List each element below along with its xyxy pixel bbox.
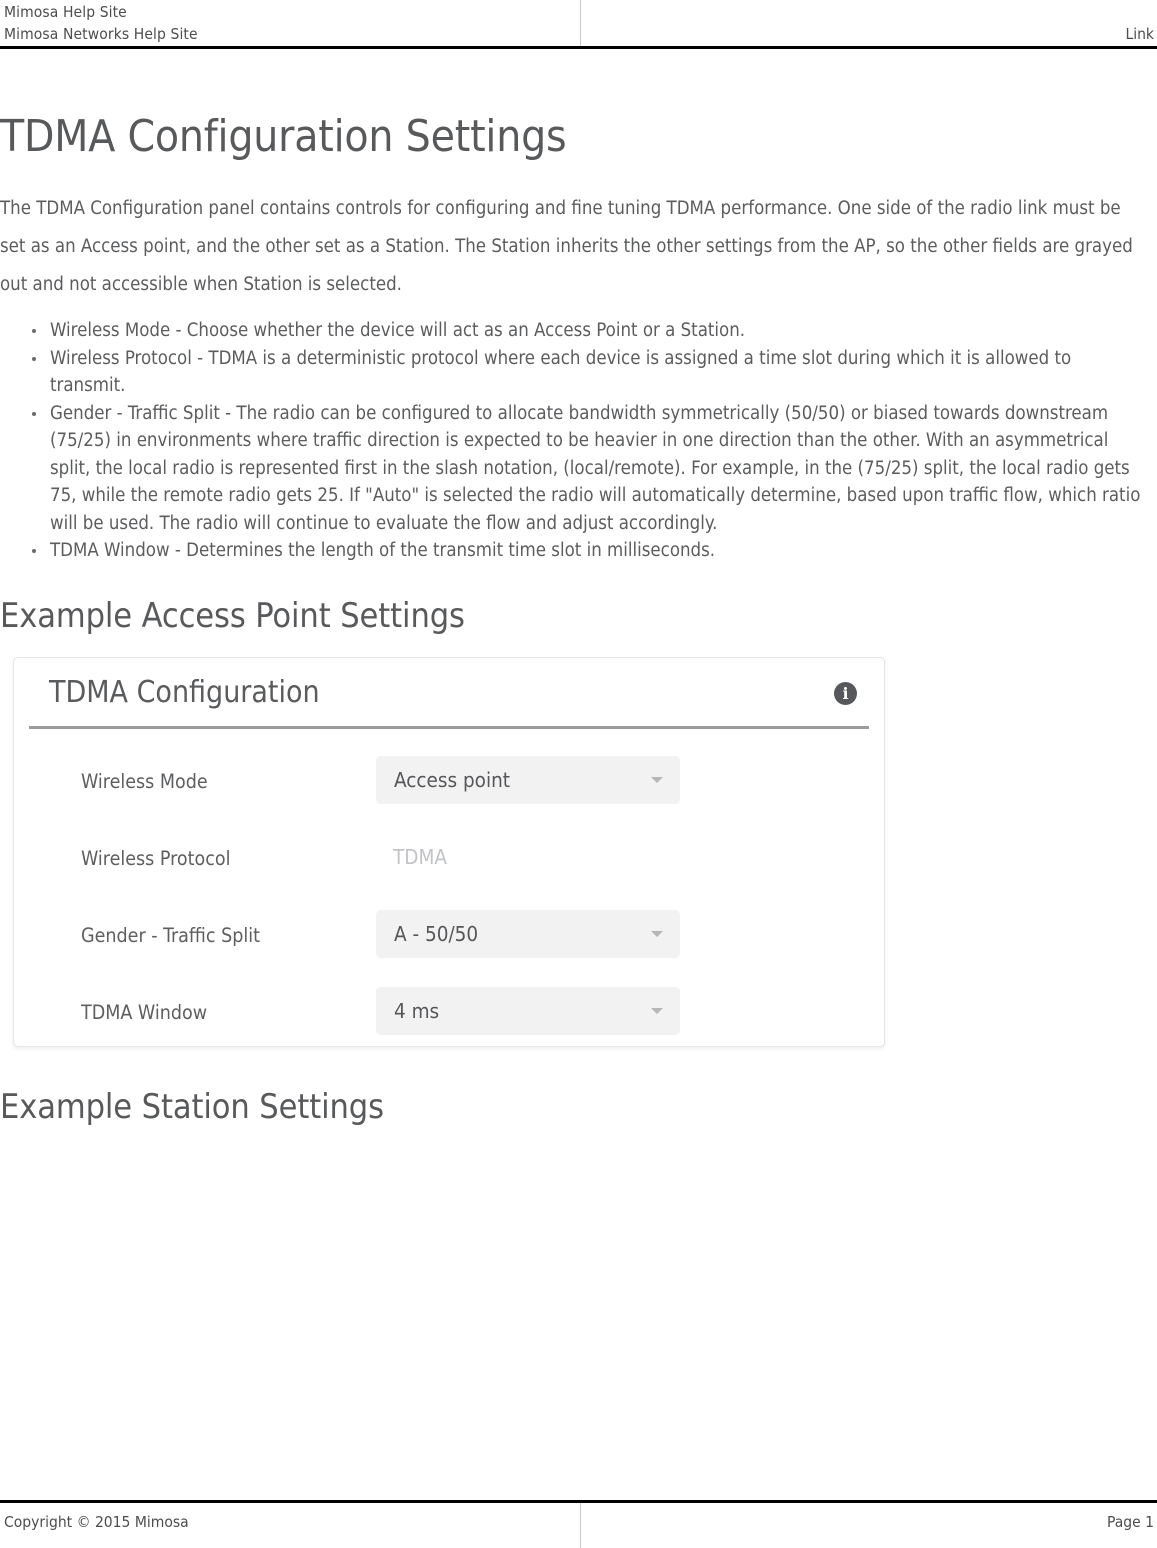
list-item: Wireless Mode - Choose whether the devic… [0,317,1150,345]
document-content: TDMA Configuration Settings The TDMA Con… [0,49,1157,1127]
header-site-name: Mimosa Help Site Mimosa Networks Help Si… [4,1,574,45]
form-row-wireless-protocol: Wireless Protocol TDMA [14,824,884,901]
chevron-down-icon [651,776,663,783]
field-label: TDMA Window [81,1000,208,1024]
header-column-divider [580,0,581,46]
tdma-configuration-panel: TDMA Configuration i Wireless Mode Acces… [13,656,885,1047]
info-icon[interactable]: i [834,681,857,705]
footer-column-divider [580,1503,581,1548]
page-footer: Copyright © 2015 Mimosa Page 1 [0,1500,1157,1548]
list-item: Gender - Traffic Split - The radio can b… [0,400,1150,538]
intro-paragraph: The TDMA Configuration panel contains co… [0,198,1133,295]
footer-copyright: Copyright © 2015 Mimosa [4,1513,189,1531]
page-title: TDMA Configuration Settings [0,111,567,162]
wireless-mode-dropdown[interactable]: Access point [376,755,680,804]
header-line-1: Mimosa Help Site [4,3,127,21]
form-row-wireless-mode: Wireless Mode Access point [14,747,884,824]
form-row-tdma-window: TDMA Window 4 ms [14,978,884,1055]
section-title-access-point: Example Access Point Settings [0,595,465,636]
footer-page-number: Page 1 [1107,1513,1154,1531]
list-item: Wireless Protocol - TDMA is a determinis… [0,345,1150,400]
panel-body: Wireless Mode Access point Wireless Prot… [14,729,884,1055]
panel-title: TDMA Configuration [49,674,320,710]
section-title-station: Example Station Settings [0,1086,384,1127]
list-item: TDMA Window - Determines the length of t… [0,537,1150,565]
panel-header: TDMA Configuration i [29,658,869,729]
form-row-gender-traffic-split: Gender - Traffic Split A - 50/50 [14,901,884,978]
tdma-window-dropdown[interactable]: 4 ms [376,986,680,1035]
field-label: Gender - Traffic Split [81,923,261,947]
chevron-down-icon [651,930,663,937]
gender-traffic-split-value: A - 50/50 [394,921,479,946]
header-line-2: Mimosa Networks Help Site [4,25,198,43]
wireless-protocol-value: TDMA [393,844,447,869]
field-label: Wireless Mode [81,769,208,793]
wireless-mode-value: Access point [394,767,510,792]
settings-bullet-list: Wireless Mode - Choose whether the devic… [0,317,1150,565]
field-label: Wireless Protocol [81,846,231,870]
tdma-window-value: 4 ms [394,998,440,1023]
header-link-label[interactable]: Link [1125,23,1154,45]
gender-traffic-split-dropdown[interactable]: A - 50/50 [376,909,680,958]
chevron-down-icon [651,1007,663,1014]
page-header: Mimosa Help Site Mimosa Networks Help Si… [0,0,1157,49]
